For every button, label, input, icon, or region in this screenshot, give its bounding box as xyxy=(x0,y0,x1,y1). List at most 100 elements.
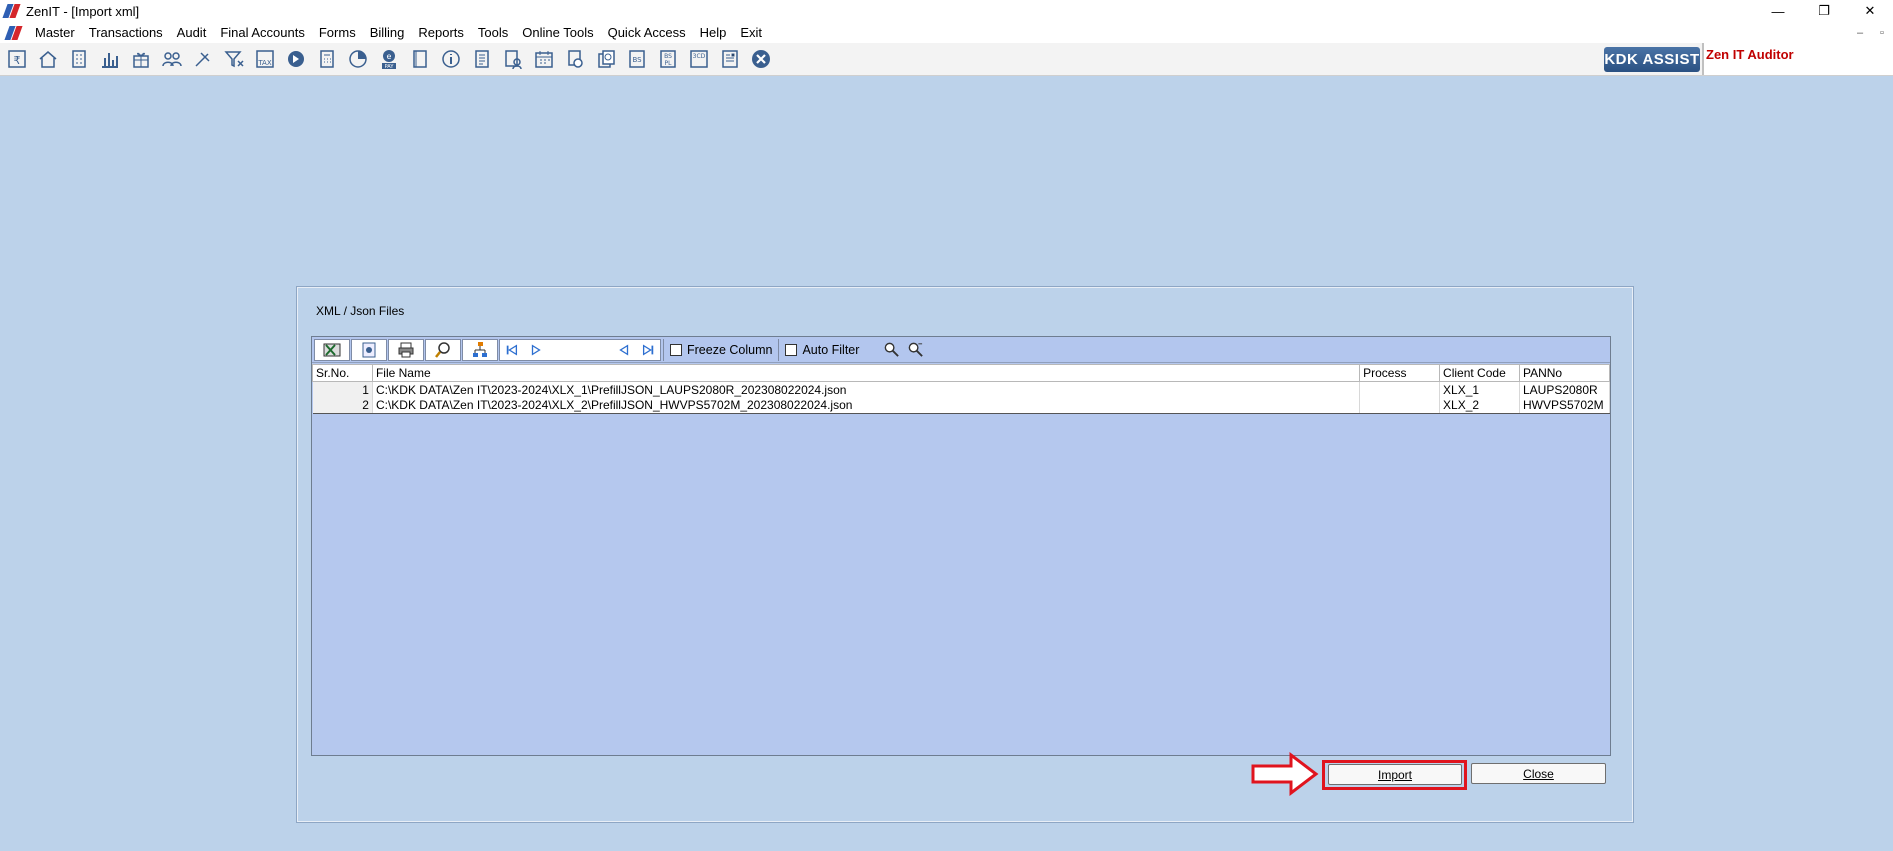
cell-client-code: XLX_2 xyxy=(1439,397,1520,414)
svg-text:TAX: TAX xyxy=(257,59,272,67)
bs-icon[interactable]: BS xyxy=(624,46,650,72)
record-navigator xyxy=(499,338,661,361)
auto-filter-toggle[interactable]: Auto Filter xyxy=(778,338,865,361)
calendar-icon[interactable] xyxy=(531,46,557,72)
rupee-icon[interactable]: ₹ xyxy=(4,46,30,72)
restore-button[interactable]: ❐ xyxy=(1801,0,1847,22)
column-header-file-name[interactable]: File Name xyxy=(371,364,1361,382)
group-label: XML / Json Files xyxy=(316,304,405,318)
back-icon xyxy=(619,343,629,356)
table-header-row: Sr.No. File Name Process Client Code PAN… xyxy=(312,364,1611,382)
last-record-button[interactable] xyxy=(636,340,660,360)
circle-arrow-icon[interactable] xyxy=(283,46,309,72)
menu-help[interactable]: Help xyxy=(693,25,734,40)
column-header-client-code[interactable]: Client Code xyxy=(1439,364,1520,382)
3cd-icon[interactable]: 3CD xyxy=(686,46,712,72)
menu-audit[interactable]: Audit xyxy=(170,25,214,40)
book-icon[interactable] xyxy=(407,46,433,72)
auto-filter-label: Auto Filter xyxy=(802,342,860,357)
pie-icon[interactable] xyxy=(345,46,371,72)
bar-chart-icon[interactable] xyxy=(97,46,123,72)
hierarchy-icon xyxy=(473,341,487,357)
document-icon[interactable] xyxy=(469,46,495,72)
users-icon[interactable] xyxy=(159,46,185,72)
menu-reports[interactable]: Reports xyxy=(411,25,471,40)
files-grid: Freeze Column Auto Filter Sr.No. File Na… xyxy=(311,336,1611,756)
svg-text:BS: BS xyxy=(664,53,672,60)
mdi-restore-icon[interactable]: ▫ xyxy=(1871,27,1893,39)
home-icon[interactable] xyxy=(35,46,61,72)
column-header-process[interactable]: Process xyxy=(1359,364,1441,382)
table-row[interactable]: 2 C:\KDK DATA\Zen IT\2023-2024\XLX_2\Pre… xyxy=(312,397,1611,414)
close-window-button[interactable]: ✕ xyxy=(1847,0,1893,22)
minimize-button[interactable]: — xyxy=(1755,0,1801,22)
menu-tools[interactable]: Tools xyxy=(471,25,515,40)
bs-pl-icon[interactable]: BS PL xyxy=(655,46,681,72)
menu-quick-access[interactable]: Quick Access xyxy=(601,25,693,40)
cell-process xyxy=(1359,397,1441,414)
menu-final-accounts[interactable]: Final Accounts xyxy=(213,25,312,40)
play-icon xyxy=(531,343,541,356)
menu-logo-icon[interactable] xyxy=(6,25,22,41)
files-table: Sr.No. File Name Process Client Code PAN… xyxy=(312,364,1611,414)
svg-text:PAY: PAY xyxy=(385,64,395,70)
svg-text:BS: BS xyxy=(632,56,642,64)
epay-icon[interactable]: e PAY xyxy=(376,46,402,72)
print-button[interactable] xyxy=(388,338,424,361)
menu-transactions[interactable]: Transactions xyxy=(82,25,170,40)
previous-record-button[interactable] xyxy=(524,340,548,360)
svg-text:3CD: 3CD xyxy=(693,53,706,60)
freeze-column-checkbox[interactable] xyxy=(670,343,682,356)
report-icon[interactable] xyxy=(717,46,743,72)
app-logo-icon xyxy=(4,3,20,19)
close-button[interactable]: Close xyxy=(1471,763,1606,784)
cell-srno: 1 xyxy=(312,381,373,398)
export-file-button[interactable] xyxy=(351,338,387,361)
calculator-icon[interactable] xyxy=(314,46,340,72)
export-excel-button[interactable] xyxy=(314,338,350,361)
first-record-button[interactable] xyxy=(500,340,524,360)
grid-toolbar: Freeze Column Auto Filter xyxy=(312,337,1610,363)
refresh-doc-icon[interactable] xyxy=(562,46,588,72)
mdi-minimize-icon[interactable]: – xyxy=(1849,27,1871,39)
preview-button[interactable] xyxy=(425,338,461,361)
cell-panno: HWVPS5702M xyxy=(1519,397,1611,414)
menu-billing[interactable]: Billing xyxy=(363,25,412,40)
find-button[interactable] xyxy=(879,339,903,361)
pin-icon[interactable] xyxy=(190,46,216,72)
column-header-panno[interactable]: PANNo xyxy=(1518,364,1611,382)
import-button-label: Import xyxy=(1377,767,1412,782)
cell-panno: LAUPS2080R xyxy=(1519,381,1611,398)
column-header-srno[interactable]: Sr.No. xyxy=(312,364,373,382)
building-icon[interactable] xyxy=(66,46,92,72)
menu-forms[interactable]: Forms xyxy=(312,25,363,40)
gift-icon[interactable] xyxy=(128,46,154,72)
user-document-icon[interactable] xyxy=(500,46,526,72)
table-row[interactable]: 1 C:\KDK DATA\Zen IT\2023-2024\XLX_1\Pre… xyxy=(312,381,1611,398)
kdk-assist-button[interactable]: KDK ASSIST xyxy=(1604,47,1700,72)
record-number-field[interactable] xyxy=(548,339,612,360)
cell-process xyxy=(1359,381,1441,398)
import-button[interactable]: Import xyxy=(1328,764,1462,785)
find-icon xyxy=(884,342,899,357)
filter-icon[interactable] xyxy=(221,46,247,72)
mdi-controls: – ▫ xyxy=(1849,22,1893,43)
info-icon[interactable] xyxy=(438,46,464,72)
printer-icon xyxy=(398,342,414,357)
close-circle-icon[interactable] xyxy=(748,46,774,72)
menu-exit[interactable]: Exit xyxy=(733,25,769,40)
menu-online-tools[interactable]: Online Tools xyxy=(515,25,600,40)
freeze-column-toggle[interactable]: Freeze Column xyxy=(663,338,778,361)
auto-filter-checkbox[interactable] xyxy=(785,343,798,356)
tree-button[interactable] xyxy=(462,338,498,361)
tax-icon[interactable]: TAX xyxy=(252,46,278,72)
cell-file-name: C:\KDK DATA\Zen IT\2023-2024\XLX_2\Prefi… xyxy=(372,397,1361,414)
svg-text:e: e xyxy=(387,52,392,61)
menu-master[interactable]: Master xyxy=(28,25,82,40)
copy-icon[interactable] xyxy=(593,46,619,72)
back-record-button[interactable] xyxy=(612,340,636,360)
title-bar: ZenIT - [Import xml] — ❐ ✕ xyxy=(0,0,1893,22)
cell-file-name: C:\KDK DATA\Zen IT\2023-2024\XLX_1\Prefi… xyxy=(372,381,1361,398)
zen-it-auditor-label[interactable]: Zen IT Auditor xyxy=(1702,43,1893,75)
find-next-button[interactable] xyxy=(903,339,927,361)
